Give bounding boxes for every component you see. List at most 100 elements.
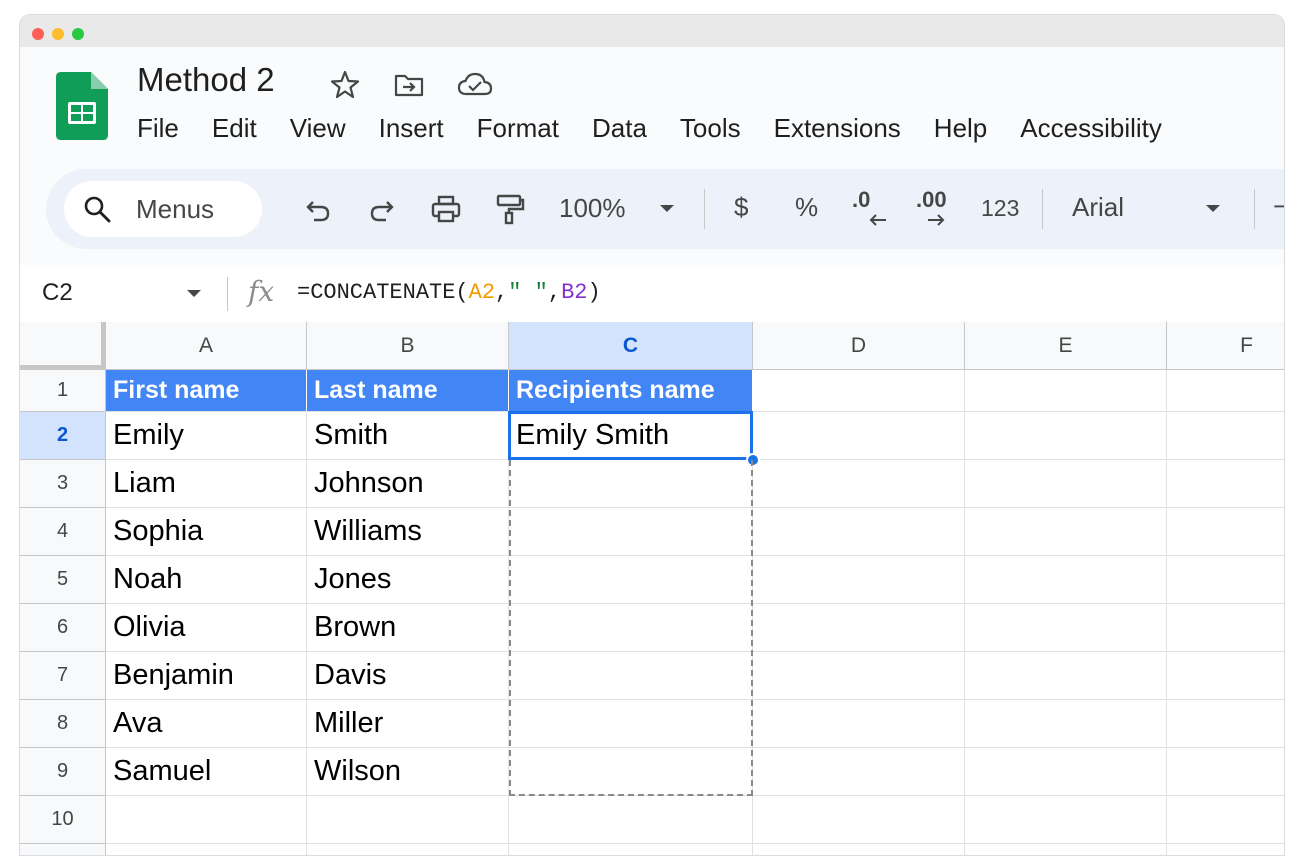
menu-insert[interactable]: Insert — [379, 113, 444, 147]
row-header-4[interactable]: 4 — [20, 508, 106, 556]
cell-b6[interactable]: Brown — [307, 604, 509, 652]
menu-edit[interactable]: Edit — [212, 113, 257, 147]
cell-c4[interactable] — [509, 508, 753, 556]
cell-a7[interactable]: Benjamin — [106, 652, 307, 700]
cell-a1[interactable]: First name — [106, 370, 307, 412]
cell-f9[interactable] — [1167, 748, 1284, 796]
cell-a5[interactable]: Noah — [106, 556, 307, 604]
row-header-8[interactable]: 8 — [20, 700, 106, 748]
document-title[interactable]: Method 2 — [137, 61, 275, 99]
spreadsheet-grid[interactable]: A B C D E F 1 First name Last name Recipients nam… — [20, 322, 1284, 855]
row-header-1[interactable]: 1 — [20, 370, 106, 412]
cell-d10[interactable] — [753, 796, 965, 844]
column-header-e[interactable]: E — [965, 322, 1167, 370]
cell-e11[interactable] — [965, 844, 1167, 855]
cell-c10[interactable] — [509, 796, 753, 844]
row-header-3[interactable]: 3 — [20, 460, 106, 508]
cell-f1[interactable] — [1167, 370, 1284, 412]
cell-c6[interactable] — [509, 604, 753, 652]
print-icon[interactable] — [430, 193, 462, 225]
cell-f4[interactable] — [1167, 508, 1284, 556]
undo-icon[interactable] — [302, 193, 334, 225]
redo-icon[interactable] — [366, 193, 398, 225]
close-window-button[interactable] — [32, 28, 44, 40]
cell-f5[interactable] — [1167, 556, 1284, 604]
cell-b9[interactable]: Wilson — [307, 748, 509, 796]
font-select[interactable]: Arial — [1072, 192, 1124, 223]
cell-c11[interactable] — [509, 844, 753, 855]
cell-f8[interactable] — [1167, 700, 1284, 748]
decrease-decimal-button[interactable]: .0 — [852, 187, 870, 213]
percent-format-button[interactable]: % — [795, 192, 818, 223]
cell-c5[interactable] — [509, 556, 753, 604]
minimize-window-button[interactable] — [52, 28, 64, 40]
number-format-button[interactable]: 123 — [981, 195, 1019, 222]
menu-file[interactable]: File — [137, 113, 179, 147]
sheets-logo-icon[interactable] — [56, 72, 108, 140]
cell-c8[interactable] — [509, 700, 753, 748]
star-icon[interactable] — [329, 69, 361, 101]
cell-a10[interactable] — [106, 796, 307, 844]
menu-view[interactable]: View — [290, 113, 346, 147]
row-header-10[interactable]: 10 — [20, 796, 106, 844]
cell-c1[interactable]: Recipients name — [509, 370, 753, 412]
cell-e3[interactable] — [965, 460, 1167, 508]
row-header-7[interactable]: 7 — [20, 652, 106, 700]
cell-e10[interactable] — [965, 796, 1167, 844]
increase-decimal-button[interactable]: .00 — [916, 187, 947, 213]
row-header-11[interactable]: 11 — [20, 844, 106, 855]
cell-c9[interactable] — [509, 748, 753, 796]
cell-e8[interactable] — [965, 700, 1167, 748]
cell-b3[interactable]: Johnson — [307, 460, 509, 508]
cell-d8[interactable] — [753, 700, 965, 748]
menus-search[interactable]: Menus — [64, 181, 262, 237]
cell-f3[interactable] — [1167, 460, 1284, 508]
chevron-down-icon[interactable] — [184, 284, 204, 304]
cell-b11[interactable] — [307, 844, 509, 855]
cell-a2[interactable]: Emily — [106, 412, 307, 460]
chevron-down-icon[interactable] — [1203, 199, 1223, 219]
zoom-window-button[interactable] — [72, 28, 84, 40]
cell-b8[interactable]: Miller — [307, 700, 509, 748]
cell-d2[interactable] — [753, 412, 965, 460]
cell-f2[interactable] — [1167, 412, 1284, 460]
cell-d3[interactable] — [753, 460, 965, 508]
cell-c3[interactable] — [509, 460, 753, 508]
column-header-b[interactable]: B — [307, 322, 509, 370]
cell-b1[interactable]: Last name — [307, 370, 509, 412]
cell-e5[interactable] — [965, 556, 1167, 604]
cell-e1[interactable] — [965, 370, 1167, 412]
paint-format-icon[interactable] — [494, 193, 526, 225]
column-header-d[interactable]: D — [753, 322, 965, 370]
cell-e2[interactable] — [965, 412, 1167, 460]
cell-f7[interactable] — [1167, 652, 1284, 700]
cell-e9[interactable] — [965, 748, 1167, 796]
cell-f10[interactable] — [1167, 796, 1284, 844]
cell-d5[interactable] — [753, 556, 965, 604]
cell-f11[interactable] — [1167, 844, 1284, 855]
select-all-corner[interactable] — [20, 322, 106, 370]
cell-e7[interactable] — [965, 652, 1167, 700]
cell-a9[interactable]: Samuel — [106, 748, 307, 796]
row-header-6[interactable]: 6 — [20, 604, 106, 652]
zoom-select[interactable]: 100% — [559, 193, 626, 224]
cell-d7[interactable] — [753, 652, 965, 700]
menu-help[interactable]: Help — [934, 113, 987, 147]
cell-e6[interactable] — [965, 604, 1167, 652]
cloud-saved-icon[interactable] — [457, 69, 493, 101]
cell-d11[interactable] — [753, 844, 965, 855]
cell-d4[interactable] — [753, 508, 965, 556]
menu-accessibility[interactable]: Accessibility — [1020, 113, 1162, 147]
menu-tools[interactable]: Tools — [680, 113, 741, 147]
cell-e4[interactable] — [965, 508, 1167, 556]
move-to-folder-icon[interactable] — [393, 69, 425, 101]
menu-data[interactable]: Data — [592, 113, 647, 147]
cell-a3[interactable]: Liam — [106, 460, 307, 508]
cell-a11[interactable] — [106, 844, 307, 855]
fill-handle[interactable] — [746, 453, 760, 467]
formula-input[interactable]: =CONCATENATE(A2," ",B2) — [297, 280, 601, 305]
currency-format-button[interactable]: $ — [734, 192, 748, 223]
cell-c7[interactable] — [509, 652, 753, 700]
row-header-5[interactable]: 5 — [20, 556, 106, 604]
chevron-down-icon[interactable] — [657, 199, 677, 219]
